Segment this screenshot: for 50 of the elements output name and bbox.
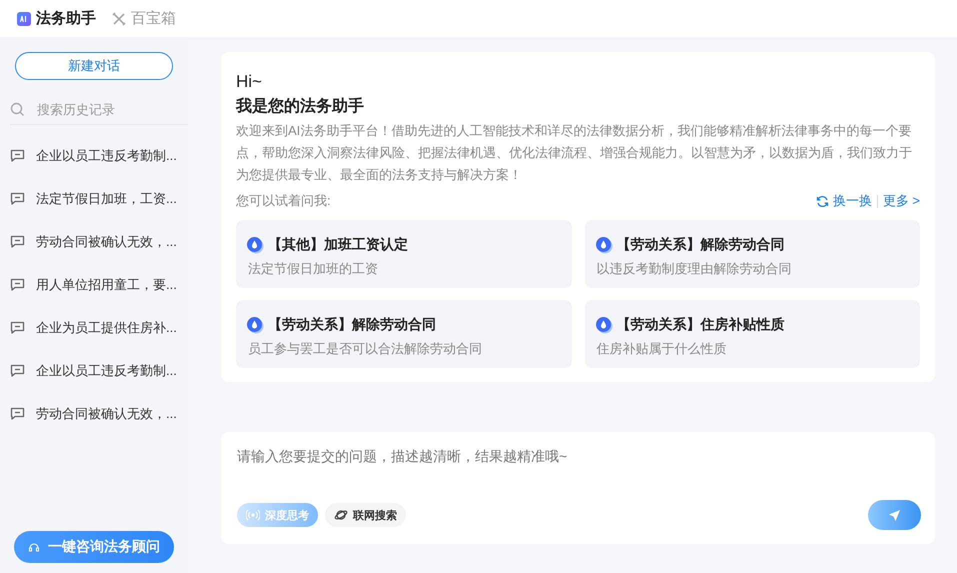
history-item[interactable]: 企业为员工提供住房补...: [36, 318, 177, 336]
refresh-icon: [816, 194, 829, 208]
history-item[interactable]: 劳动合同被确认无效，...: [36, 404, 177, 422]
tab[interactable]: 法务助手: [17, 9, 96, 28]
send-icon: [888, 508, 901, 522]
search-field[interactable]: 搜索历史记录: [35, 100, 179, 118]
suggestion-subtitle: 以违反考勤制度理由解除劳动合同: [596, 260, 792, 278]
suggestion-title: 【劳动关系】解除劳动合同: [268, 316, 436, 334]
chat-bubble-icon: [10, 321, 25, 334]
history-item[interactable]: 劳动合同被确认无效，...: [36, 232, 177, 250]
more-link[interactable]: 更多 >: [882, 192, 920, 210]
chat-bubble-icon: [10, 235, 25, 248]
planet-icon: [334, 508, 348, 522]
chat-bubble-icon: [10, 364, 25, 377]
question-input-box[interactable]: 请输入您要提交的问题，描述越清晰，结果越精准哦~ 深度思考 联网搜索: [221, 432, 935, 544]
ai-logo-icon: [17, 12, 31, 26]
history-item[interactable]: 企业以员工违反考勤制...: [36, 362, 177, 380]
suggestion-title: 【其他】加班工资认定: [268, 236, 408, 254]
tools-icon: [112, 12, 126, 26]
greeting: Hi~: [236, 72, 263, 92]
search-icon: [10, 102, 25, 116]
suggestion-card[interactable]: 【其他】加班工资认定 法定节假日加班的工资: [236, 220, 572, 288]
history-item[interactable]: 用人单位招用童工，要...: [36, 276, 177, 294]
drop-icon: [594, 316, 612, 334]
chat-bubble-icon: [10, 149, 25, 162]
suggestion-title: 【劳动关系】住房补贴性质: [616, 316, 784, 334]
headset-icon: [28, 541, 40, 553]
chat-bubble-icon: [10, 192, 25, 205]
toggle-button[interactable]: 联网搜索: [325, 503, 406, 527]
drop-icon: [594, 236, 612, 254]
chat-bubble-icon: [10, 407, 25, 420]
suggestion-subtitle: 员工参与罢工是否可以合法解除劳动合同: [247, 340, 483, 358]
suggestion-subtitle: 住房补贴属于什么性质: [596, 340, 728, 358]
suggestion-title: 【劳动关系】解除劳动合同: [616, 236, 784, 254]
drop-icon: [246, 236, 264, 254]
drop-icon: [246, 316, 264, 334]
suggestion-card[interactable]: 【劳动关系】住房补贴性质 住房补贴属于什么性质: [584, 300, 920, 368]
new-chat-button[interactable]: 新建对话: [15, 52, 173, 80]
signal-icon: [246, 509, 260, 521]
suggestion-card[interactable]: 【劳动关系】解除劳动合同 员工参与罢工是否可以合法解除劳动合同: [236, 300, 572, 368]
send-button[interactable]: [868, 500, 921, 530]
history-item[interactable]: 法定节假日加班，工资...: [36, 190, 177, 208]
refresh-link[interactable]: 换一换: [816, 192, 872, 210]
chat-bubble-icon: [10, 278, 25, 291]
history-item[interactable]: 企业以员工违反考勤制...: [36, 146, 177, 164]
intro-text: 欢迎来到AI法务助手平台！借助先进的人工智能技术和详尽的法律数据分析，我们能够精准解析法律事务中的每一个要点，帮助您深入洞察法律风险、把握法律机遇、优化法律流程、增强合规能力。以智慧为矛，以数据为盾，我们致力于为您提供最专业、最全面的法务支持与解决方案！: [236, 122, 913, 184]
assistant-title: 我是您的法务助手: [236, 96, 365, 117]
suggestion-card[interactable]: 【劳动关系】解除劳动合同 以违反考勤制度理由解除劳动合同: [584, 220, 920, 288]
prompt-label: 您可以试着问我:: [236, 192, 331, 210]
suggestion-subtitle: 法定节假日加班的工资: [247, 260, 379, 278]
